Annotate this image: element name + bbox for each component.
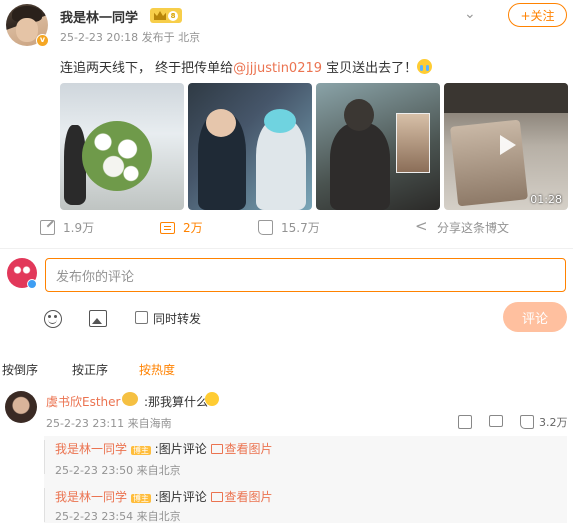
commenter-name[interactable]: 虞书欣Esther [46, 393, 120, 410]
comment-count: 2万 [183, 221, 203, 235]
sort-desc-tab[interactable]: 按倒序 [2, 361, 38, 378]
comment-icon [160, 221, 175, 234]
comment-like-count: 3.2万 [539, 416, 568, 429]
post-mention-link[interactable]: @jjjustin0219 [233, 61, 322, 76]
image-magazine [396, 113, 430, 173]
like-count: 15.7万 [281, 221, 320, 235]
author-name[interactable]: 我是林一同学 [60, 7, 138, 26]
reply-meta: 25-2-23 23:54 来自北京 [55, 510, 181, 523]
reply-author[interactable]: 我是林一同学 [55, 490, 127, 504]
post-meta: 25-2-23 20:18 发布于 北京 [60, 29, 200, 45]
image-figure [330, 123, 390, 210]
image-icon [210, 492, 223, 502]
repost-button[interactable]: 1.9万 [40, 219, 94, 236]
comment-text: :那我算什么 [144, 395, 209, 409]
sort-hot-tab[interactable]: 按热度 [139, 361, 175, 378]
comment-like-icon[interactable] [520, 415, 534, 429]
repost-count: 1.9万 [63, 221, 95, 235]
share-button[interactable]: 分享这条博文 [414, 217, 510, 236]
commenter-avatar[interactable] [5, 391, 37, 423]
divider [0, 248, 573, 249]
verified-badge-icon: v [36, 34, 49, 47]
sync-repost-label[interactable]: 同时转发 [153, 310, 201, 327]
comment-reply-icon[interactable] [489, 415, 503, 427]
thumbs-up-icon [258, 220, 273, 235]
more-chevron-icon[interactable]: ⌄ [464, 6, 476, 22]
post-timestamp[interactable]: 25-2-23 20:18 [60, 31, 138, 44]
post-video[interactable]: 01:28 [444, 83, 568, 210]
sort-asc-tab[interactable]: 按正序 [72, 361, 108, 378]
image-figure [444, 83, 568, 113]
reply-row: 我是林一同学 博主 :图片评论 查看图片 [55, 488, 273, 505]
user-badge-icon [27, 279, 37, 289]
video-duration: 01:28 [530, 193, 562, 206]
reply-text: :图片评论 [154, 490, 207, 504]
shy-emoji-icon [205, 392, 219, 406]
post-text-after: 宝贝送出去了！ [322, 61, 418, 76]
share-icon [414, 217, 429, 235]
comment-share-icon[interactable] [458, 415, 472, 429]
post-image-3[interactable] [316, 83, 440, 210]
reply-author[interactable]: 我是林一同学 [55, 442, 127, 456]
reply-meta: 25-2-23 23:50 来自北京 [55, 464, 181, 477]
view-image-label[interactable]: 查看图片 [225, 490, 273, 504]
image-icon [210, 444, 223, 454]
post-text: 连追两天线下， 终于把传单给@jjjustin0219 宝贝送出去了！ [60, 57, 433, 76]
follow-button[interactable]: +关注 [508, 3, 567, 27]
play-icon[interactable] [492, 131, 520, 159]
comment-button[interactable]: 2万 [160, 219, 203, 236]
reply-row: 我是林一同学 博主 :图片评论 查看图片 [55, 440, 273, 457]
post-image-1[interactable] [60, 83, 184, 210]
author-tag-badge: 博主 [130, 446, 151, 455]
comment-meta: 25-2-23 23:11 来自海南 [46, 417, 172, 430]
image-face [344, 99, 374, 131]
commenter-badge-icon [122, 392, 138, 406]
image-face [206, 109, 236, 137]
view-image-label[interactable]: 查看图片 [225, 442, 273, 456]
repost-icon [40, 220, 55, 235]
view-image-link[interactable]: 查看图片 [210, 490, 273, 504]
crying-emoji-icon [417, 59, 433, 74]
view-image-link[interactable]: 查看图片 [210, 442, 273, 456]
post-text-before: 连追两天线下， 终于把传单给 [60, 61, 234, 76]
post-source: 发布于 北京 [141, 31, 201, 44]
author-tag-badge: 博主 [130, 494, 151, 503]
sync-repost-checkbox[interactable] [135, 311, 148, 324]
reply-thread-line [44, 440, 45, 474]
flower-bouquet [82, 121, 152, 191]
like-button[interactable]: 15.7万 [258, 219, 320, 236]
post-image-2[interactable] [188, 83, 312, 210]
image-hair [264, 109, 296, 133]
share-label: 分享这条博文 [437, 221, 510, 235]
member-badge-icon[interactable]: 8 [150, 8, 182, 23]
emoji-icon[interactable] [44, 310, 62, 328]
comment-input[interactable]: 发布你的评论 [45, 258, 566, 292]
reply-thread-line [44, 488, 45, 522]
reply-text: :图片评论 [154, 442, 207, 456]
image-icon[interactable] [89, 310, 107, 327]
submit-comment-button[interactable]: 评论 [503, 302, 567, 332]
